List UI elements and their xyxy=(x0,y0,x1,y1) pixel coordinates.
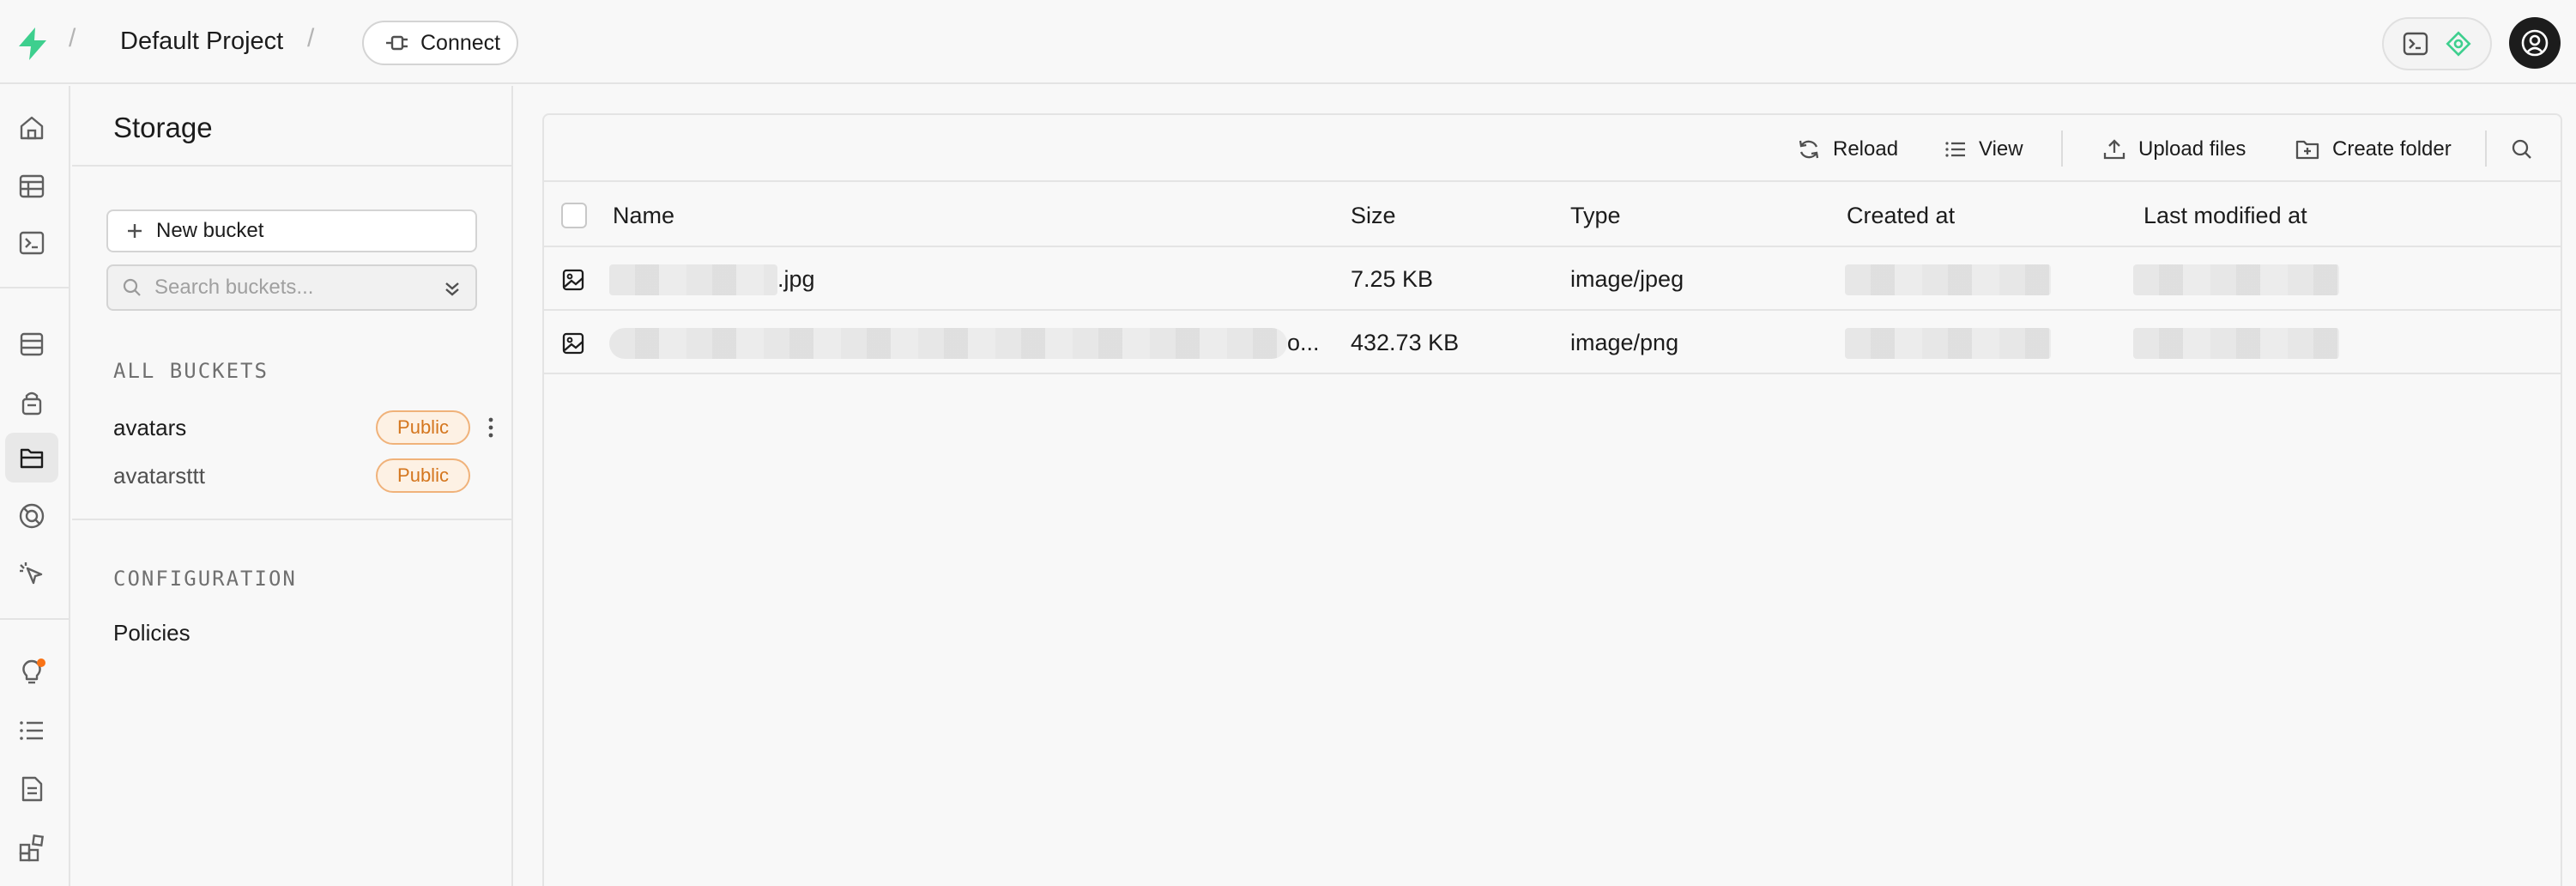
redacted-filename xyxy=(609,328,1287,359)
search-icon xyxy=(2511,138,2533,161)
search-files-button[interactable] xyxy=(2511,132,2533,167)
upload-files-button[interactable]: Upload files xyxy=(2102,132,2246,167)
column-header-created[interactable]: Created at xyxy=(1847,203,1955,229)
policies-link[interactable]: Policies xyxy=(113,620,190,646)
reload-label: Reload xyxy=(1833,137,1899,161)
integrations-icon[interactable] xyxy=(5,822,58,872)
database-icon[interactable] xyxy=(5,319,58,369)
search-icon xyxy=(122,277,142,298)
reload-button[interactable]: Reload xyxy=(1797,132,1898,167)
public-badge: Public xyxy=(376,410,470,445)
upload-icon xyxy=(2102,137,2126,161)
sidebar-title: Storage xyxy=(113,112,213,143)
table-row[interactable]: .jpg 7.25 KB image/jpeg xyxy=(544,249,2561,311)
toolbar-divider xyxy=(2061,130,2063,167)
search-buckets-input[interactable] xyxy=(154,276,429,300)
explorer-toolbar: Reload View Upload files Create folder xyxy=(544,115,2561,182)
breadcrumb-separator: / xyxy=(307,24,315,52)
create-folder-button[interactable]: Create folder xyxy=(2295,132,2452,167)
folder-plus-icon xyxy=(2295,137,2320,161)
image-file-icon xyxy=(561,268,585,292)
redacted-created-at xyxy=(1845,328,2051,359)
logs-icon[interactable] xyxy=(5,706,58,756)
column-header-name[interactable]: Name xyxy=(613,203,674,229)
file-size: 432.73 KB xyxy=(1351,330,1460,355)
redacted-modified-at xyxy=(2133,264,2339,295)
sort-chevrons-icon[interactable] xyxy=(441,276,463,300)
new-bucket-button[interactable]: New bucket xyxy=(106,209,477,252)
file-type: image/jpeg xyxy=(1570,266,1684,292)
file-size: 7.25 KB xyxy=(1351,266,1434,292)
file-name-suffix: o... xyxy=(1287,330,1320,355)
file-explorer: Reload View Upload files Create folder N… xyxy=(542,113,2562,886)
assistant-icon[interactable] xyxy=(2444,29,2473,58)
auth-icon[interactable] xyxy=(5,378,58,428)
more-options-icon[interactable] xyxy=(487,416,494,440)
bucket-item-avatarsttt[interactable]: avatarsttt Public xyxy=(106,453,494,498)
connect-button[interactable]: Connect xyxy=(362,21,518,65)
all-buckets-heading: ALL BUCKETS xyxy=(113,359,269,383)
file-name-suffix: .jpg xyxy=(777,266,815,292)
column-header-type[interactable]: Type xyxy=(1570,203,1621,229)
redacted-modified-at xyxy=(2133,328,2339,359)
select-all-checkbox[interactable] xyxy=(561,203,587,228)
top-bar: / Default Project / Connect xyxy=(0,0,2576,84)
sidebar-divider xyxy=(72,165,511,167)
project-name[interactable]: Default Project xyxy=(120,27,283,56)
public-badge: Public xyxy=(376,458,470,493)
list-icon xyxy=(1944,138,1967,161)
bucket-name: avatars xyxy=(113,414,187,440)
home-icon[interactable] xyxy=(5,103,58,153)
reload-icon xyxy=(1797,137,1821,161)
advisors-icon[interactable] xyxy=(5,647,58,697)
edge-functions-icon[interactable] xyxy=(5,549,58,599)
sql-editor-icon[interactable] xyxy=(5,218,58,268)
table-header: Name Size Type Created at Last modified … xyxy=(544,184,2561,247)
rail-divider xyxy=(0,287,70,288)
connect-label: Connect xyxy=(420,30,501,55)
redacted-filename xyxy=(609,264,777,295)
nav-rail xyxy=(0,86,70,886)
new-bucket-label: New bucket xyxy=(156,219,264,242)
storage-sidebar: Storage New bucket ALL BUCKETS avatars P… xyxy=(72,86,513,886)
view-label: View xyxy=(1979,137,2023,161)
plus-icon xyxy=(125,222,144,240)
image-file-icon xyxy=(561,331,585,355)
redacted-created-at xyxy=(1845,264,2051,295)
user-avatar[interactable] xyxy=(2509,17,2561,69)
column-header-size[interactable]: Size xyxy=(1351,203,1396,229)
user-icon xyxy=(2521,29,2549,57)
rail-divider xyxy=(0,618,70,620)
column-header-modified[interactable]: Last modified at xyxy=(2144,203,2307,229)
table-editor-icon[interactable] xyxy=(5,161,58,211)
create-folder-label: Create folder xyxy=(2332,137,2452,161)
realtime-icon[interactable] xyxy=(5,491,58,541)
terminal-icon[interactable] xyxy=(2402,30,2429,58)
sidebar-divider xyxy=(72,519,511,520)
api-docs-icon[interactable] xyxy=(5,764,58,814)
supabase-logo-icon[interactable] xyxy=(15,26,50,60)
breadcrumb-separator: / xyxy=(69,24,76,52)
plug-icon xyxy=(384,33,410,52)
table-row[interactable]: o... 432.73 KB image/png xyxy=(544,313,2561,374)
storage-icon[interactable] xyxy=(5,433,58,482)
search-buckets-field[interactable] xyxy=(106,264,477,311)
view-button[interactable]: View xyxy=(1944,132,2023,167)
upload-files-label: Upload files xyxy=(2138,137,2246,161)
bucket-name: avatarsttt xyxy=(113,462,205,489)
toolbar-divider xyxy=(2485,130,2487,167)
configuration-heading: CONFIGURATION xyxy=(113,567,297,591)
bucket-item-avatars[interactable]: avatars Public xyxy=(106,405,494,450)
file-type: image/png xyxy=(1570,330,1679,355)
header-tools xyxy=(2382,17,2492,70)
